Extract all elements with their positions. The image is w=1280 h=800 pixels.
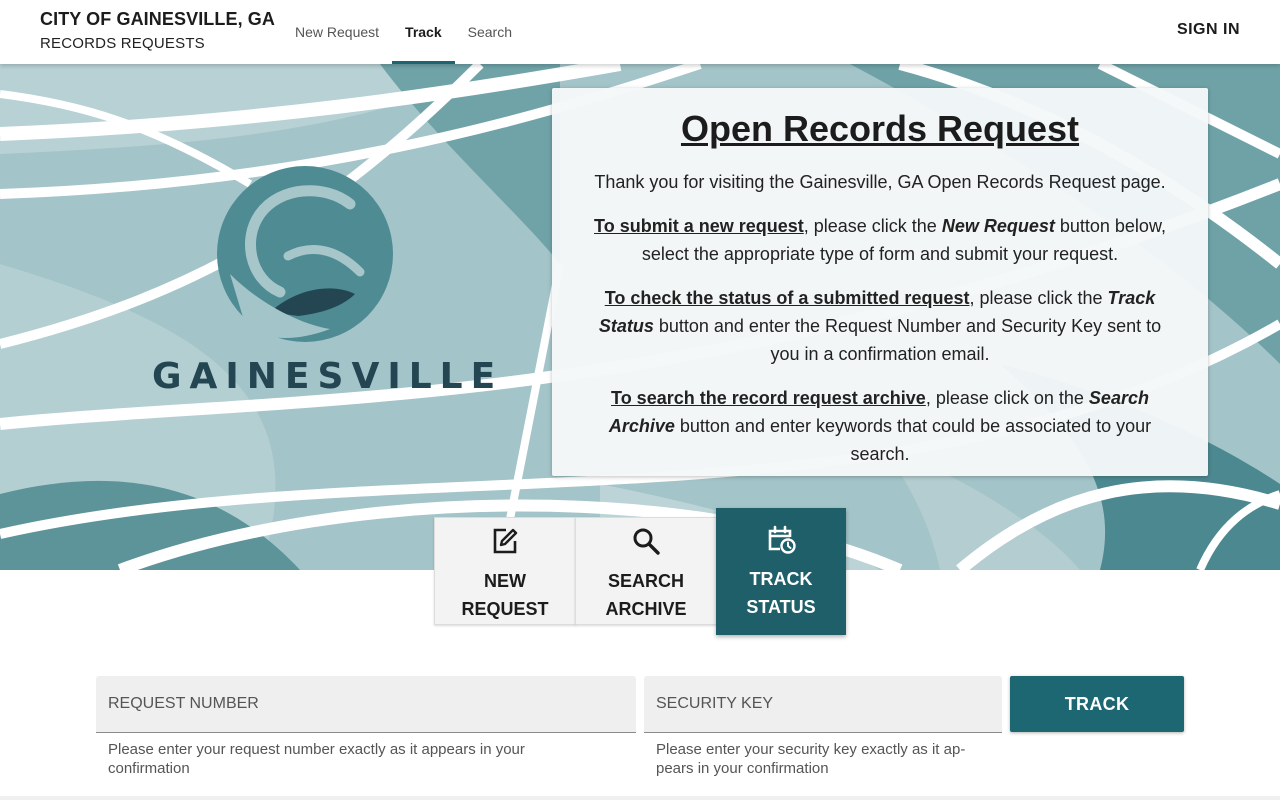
track-status-button[interactable]: TRACK STATUS bbox=[716, 508, 846, 635]
security-key-field[interactable] bbox=[644, 676, 1002, 733]
search-archive-button[interactable]: SEARCH ARCHIVE bbox=[575, 517, 717, 625]
card-paragraph-track: To check the status of a submitted reque… bbox=[598, 288, 1162, 364]
edit-icon bbox=[493, 528, 518, 554]
info-card: Open Records Request Thank you for visit… bbox=[552, 88, 1208, 476]
sign-in-link[interactable]: SIGN IN bbox=[1177, 21, 1240, 39]
site-title: CITY OF GAINESVILLE, GA bbox=[40, 9, 275, 29]
footer-divider bbox=[0, 796, 1280, 800]
new-request-link[interactable]: To submit a new request bbox=[594, 216, 804, 236]
search-archive-link[interactable]: To search the record request archive bbox=[611, 388, 926, 408]
new-request-label: NEW REQUEST bbox=[461, 571, 549, 619]
track-status-link[interactable]: To check the status of a submitted reque… bbox=[605, 288, 970, 308]
track-status-label: TRACK STATUS bbox=[746, 569, 816, 617]
action-tiles: NEW REQUEST SEARCH ARCHIVE TRACK STATUS bbox=[434, 508, 846, 635]
security-key-hint: Please enter your security key exactly a… bbox=[656, 741, 966, 777]
track-button[interactable]: TRACK bbox=[1010, 676, 1184, 732]
new-request-button[interactable]: NEW REQUEST bbox=[434, 517, 576, 625]
main-nav: New Request Track Search bbox=[282, 0, 525, 64]
hero-banner: GAINESVILLE Open Records Request Thank y… bbox=[0, 64, 1280, 570]
calendar-clock-icon bbox=[768, 525, 796, 554]
top-app-bar: CITY OF GAINESVILLE, GA RECORDS REQUESTS… bbox=[0, 0, 1280, 64]
nav-track[interactable]: Track bbox=[392, 0, 455, 64]
search-archive-label: SEARCH ARCHIVE bbox=[605, 571, 687, 619]
request-number-field[interactable] bbox=[96, 676, 636, 733]
card-paragraph-search: To search the record request archive, pl… bbox=[608, 388, 1152, 464]
site-subtitle: RECORDS REQUESTS bbox=[40, 35, 205, 52]
request-number-input[interactable] bbox=[96, 676, 636, 732]
search-icon bbox=[633, 528, 660, 555]
brand[interactable]: CITY OF GAINESVILLE, GA RECORDS REQUESTS bbox=[40, 9, 275, 52]
security-key-input[interactable] bbox=[644, 676, 1002, 732]
nav-search[interactable]: Search bbox=[455, 0, 525, 64]
logo-wordmark: GAINESVILLE bbox=[152, 356, 504, 397]
card-intro: Thank you for visiting the Gainesville, … bbox=[594, 172, 1166, 192]
request-number-hint: Please enter your request number exactly… bbox=[108, 741, 525, 777]
card-title: Open Records Request bbox=[680, 108, 1080, 149]
card-paragraph-new-request: To submit a new request, please click th… bbox=[594, 216, 1166, 264]
nav-new-request[interactable]: New Request bbox=[282, 0, 392, 64]
